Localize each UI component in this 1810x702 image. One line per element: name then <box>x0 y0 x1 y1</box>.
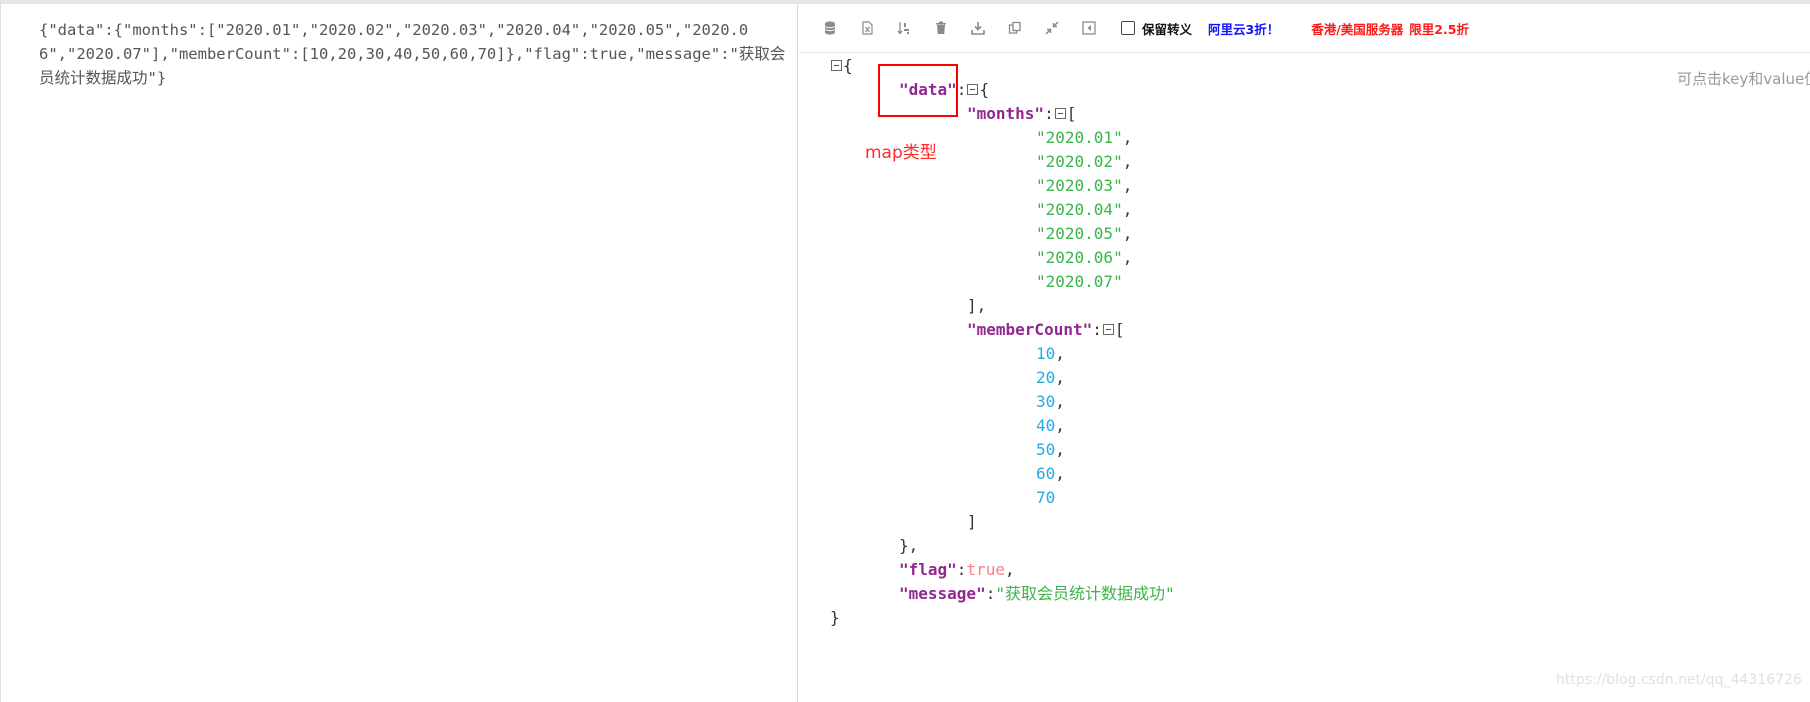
json-key[interactable]: "memberCount" <box>967 320 1092 339</box>
tree-root-close: } <box>830 608 840 627</box>
json-number-value[interactable]: 70 <box>1036 488 1055 507</box>
json-string-value[interactable]: "2020.02" <box>1036 152 1123 171</box>
json-number-value[interactable]: 40 <box>1036 416 1055 435</box>
tree-row-count: 20, <box>1036 368 1065 387</box>
tree-row-message: "message":"获取会员统计数据成功" <box>899 584 1175 603</box>
json-string-value[interactable]: "2020.03" <box>1036 176 1123 195</box>
tree-row-count: 30, <box>1036 392 1065 411</box>
tree-row-month: "2020.04", <box>1036 200 1133 219</box>
tree-months-close: ], <box>967 296 987 315</box>
edit-hint: 可点击key和value值进行编辑 <box>1677 70 1810 88</box>
tree-row-count: 50, <box>1036 440 1065 459</box>
json-number-value[interactable]: 30 <box>1036 392 1055 411</box>
json-number-value[interactable]: 10 <box>1036 344 1055 363</box>
trash-icon[interactable] <box>933 20 949 36</box>
compress-icon[interactable] <box>1044 20 1060 36</box>
tree-data-close: }, <box>899 536 919 555</box>
tree-row-month: "2020.03", <box>1036 176 1133 195</box>
json-string-value[interactable]: "2020.01" <box>1036 128 1123 147</box>
tree-row-flag: "flag":true, <box>899 560 1015 579</box>
json-number-value[interactable]: 50 <box>1036 440 1055 459</box>
json-boolean-value[interactable]: true <box>966 560 1005 579</box>
json-string-value[interactable]: "2020.07" <box>1036 272 1123 291</box>
tree-row-months: "months":[ <box>967 104 1077 123</box>
json-string-value[interactable]: "2020.05" <box>1036 224 1123 243</box>
collapse-toggle-icon[interactable] <box>831 59 842 71</box>
tree-row-month: "2020.01", <box>1036 128 1133 147</box>
json-string-value[interactable]: "获取会员统计数据成功" <box>995 584 1174 603</box>
tree-row-count: 70 <box>1036 486 1055 510</box>
tree-row-month: "2020.02", <box>1036 152 1133 171</box>
excel-icon[interactable] <box>859 20 875 36</box>
collapse-toggle-icon[interactable] <box>1054 107 1066 119</box>
collapse-toggle-icon[interactable] <box>967 83 979 95</box>
tree-row-month: "2020.06", <box>1036 248 1133 267</box>
json-key[interactable]: "months" <box>967 104 1044 123</box>
json-key[interactable]: "message" <box>899 584 986 603</box>
database-icon[interactable] <box>822 20 838 36</box>
server-ad-part2: 限里2.5折 <box>1409 21 1469 37</box>
tree-row-membercount: "memberCount":[ <box>967 320 1125 339</box>
collapse-toggle-icon[interactable] <box>1102 323 1114 335</box>
copy-icon[interactable] <box>1007 20 1023 36</box>
server-ad-link[interactable]: 香港/美国服务器 限里2.5折 <box>1311 19 1469 38</box>
collapse-icon[interactable] <box>1081 20 1097 36</box>
keep-escape-checkbox[interactable] <box>1121 21 1135 35</box>
json-key[interactable]: "flag" <box>899 560 957 579</box>
highlight-box <box>878 64 958 117</box>
download-icon[interactable] <box>970 20 986 36</box>
tree-root-open: { <box>830 54 853 78</box>
raw-json-text[interactable]: {"data":{"months":["2020.01","2020.02","… <box>39 18 791 90</box>
keep-escape-label[interactable]: 保留转义 <box>1142 19 1192 38</box>
aliyun-ad-link[interactable]: 阿里云3折！ <box>1208 19 1279 38</box>
annotation-label: map类型 <box>865 143 937 163</box>
server-ad-part1: 香港/美国服务器 <box>1311 21 1404 37</box>
toolbar: 保留转义 阿里云3折！ 香港/美国服务器 限里2.5折 <box>799 4 1810 53</box>
tree-row-count: 10, <box>1036 344 1065 363</box>
tree-row-count: 60, <box>1036 464 1065 483</box>
tree-row-month: "2020.05", <box>1036 224 1133 243</box>
tree-row-count: 40, <box>1036 416 1065 435</box>
sort-icon[interactable] <box>896 20 912 36</box>
json-string-value[interactable]: "2020.06" <box>1036 248 1123 267</box>
json-number-value[interactable]: 60 <box>1036 464 1055 483</box>
json-string-value[interactable]: "2020.04" <box>1036 200 1123 219</box>
raw-json-editor[interactable]: {"data":{"months":["2020.01","2020.02","… <box>0 4 798 702</box>
tree-row-month: "2020.07" <box>1036 270 1123 294</box>
json-number-value[interactable]: 20 <box>1036 368 1055 387</box>
tree-membercount-close: ] <box>967 512 977 531</box>
watermark: https://blog.csdn.net/qq_44316726 <box>1556 672 1802 688</box>
